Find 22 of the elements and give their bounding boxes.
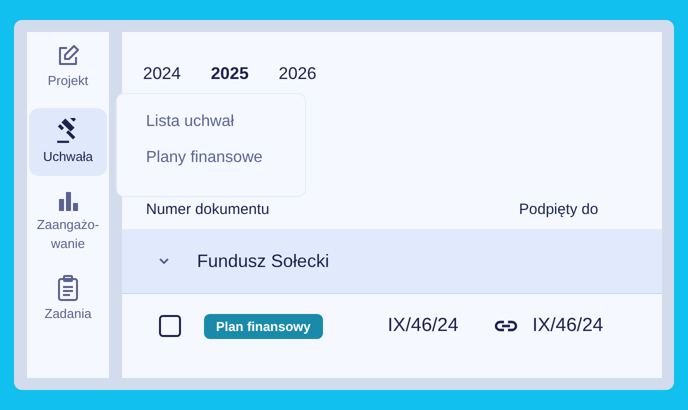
- nav-item[interactable]: Zadania: [29, 271, 107, 331]
- year-tab[interactable]: 2025: [210, 64, 249, 84]
- edit-icon: [56, 44, 80, 68]
- column-header: Numer dokumentu: [146, 201, 270, 218]
- year-tab[interactable]: 2026: [278, 64, 316, 84]
- checkbox[interactable]: [159, 315, 181, 337]
- menu-item[interactable]: Lista uchwał: [146, 113, 234, 131]
- group-title: Fundusz Sołecki: [197, 250, 330, 272]
- tag: Plan finansowy: [204, 314, 323, 338]
- year-tab[interactable]: 2024: [143, 64, 181, 84]
- bar-chart-icon: [57, 190, 79, 212]
- table-cell: IX/46/24: [388, 315, 458, 337]
- nav-item[interactable]: Projekt: [29, 40, 107, 98]
- link-icon: [494, 320, 518, 332]
- column-header: Podpięty do: [519, 201, 598, 218]
- table-cell: IX/46/24: [532, 315, 604, 337]
- chevron-icon[interactable]: [158, 257, 170, 265]
- menu-item[interactable]: Plany finansowe: [146, 149, 263, 167]
- group-row[interactable]: Fundusz Sołecki: [122, 229, 662, 294]
- clipboard-icon: [57, 275, 79, 301]
- nav-item[interactable]: Zaangażo-wanie: [29, 186, 107, 261]
- nav-item[interactable]: Uchwała: [29, 108, 107, 176]
